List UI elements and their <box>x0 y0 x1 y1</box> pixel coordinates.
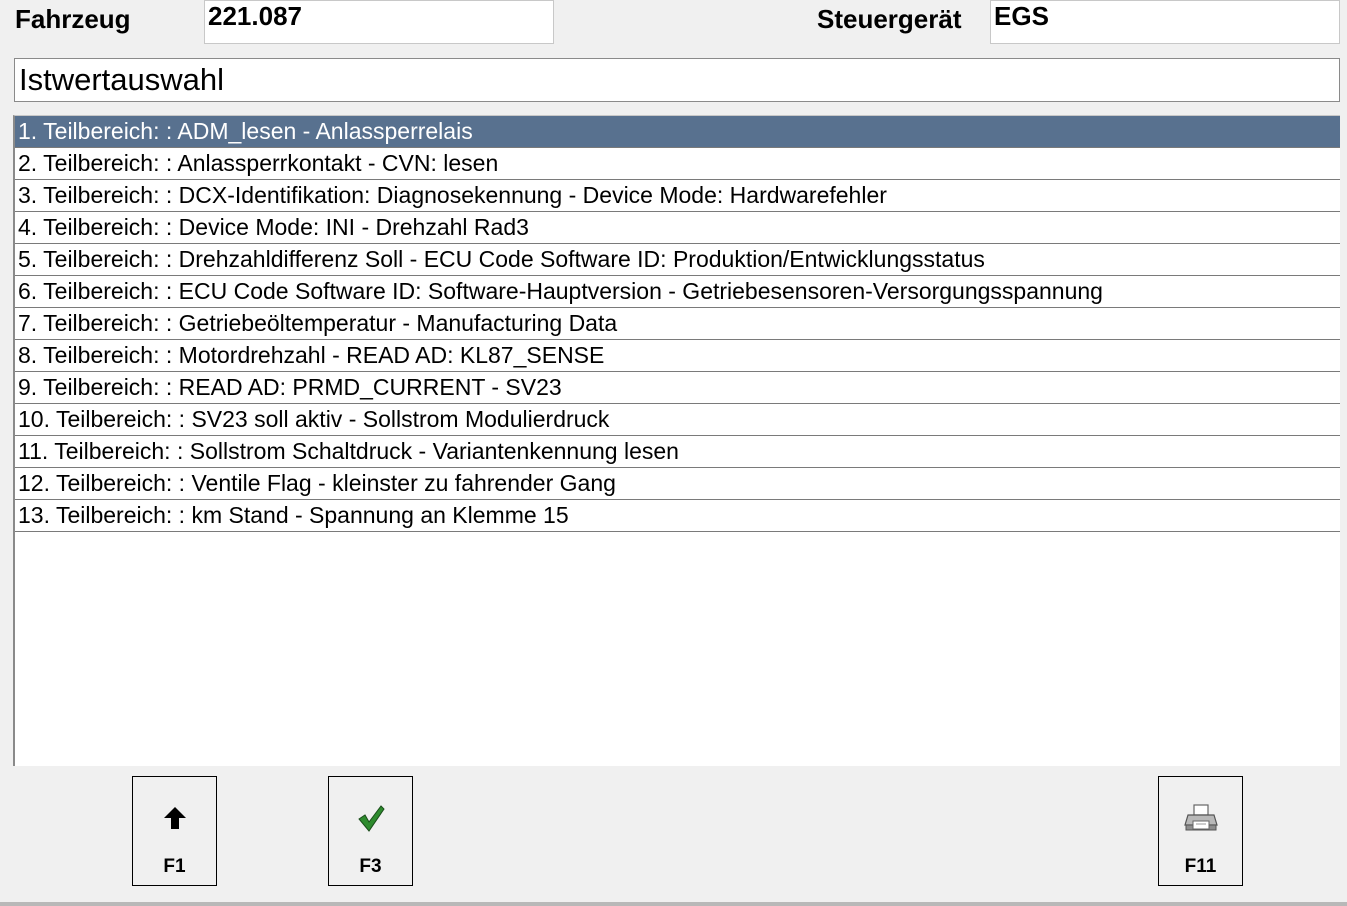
list-item[interactable]: 2. Teilbereich: : Anlassperrkontakt - CV… <box>15 148 1340 180</box>
list-item[interactable]: 5. Teilbereich: : Drehzahldifferenz Soll… <box>15 244 1340 276</box>
f3-label: F3 <box>359 856 382 877</box>
value-selection-list[interactable]: 1. Teilbereich: : ADM_lesen - Anlassperr… <box>13 115 1340 766</box>
bottom-divider <box>0 902 1347 906</box>
checkmark-icon <box>356 803 386 833</box>
f11-label: F11 <box>1184 856 1217 877</box>
list-item[interactable]: 3. Teilbereich: : DCX-Identifikation: Di… <box>15 180 1340 212</box>
list-item[interactable]: 7. Teilbereich: : Getriebeöltemperatur -… <box>15 308 1340 340</box>
arrow-up-icon <box>162 803 188 833</box>
list-item[interactable]: 6. Teilbereich: : ECU Code Software ID: … <box>15 276 1340 308</box>
f3-button[interactable]: F3 <box>328 776 413 886</box>
f1-label: F1 <box>163 856 186 877</box>
list-item[interactable]: 13. Teilbereich: : km Stand - Spannung a… <box>15 500 1340 532</box>
list-item[interactable]: 12. Teilbereich: : Ventile Flag - kleins… <box>15 468 1340 500</box>
ecu-field: EGS <box>990 0 1340 44</box>
list-item[interactable]: 4. Teilbereich: : Device Mode: INI - Dre… <box>15 212 1340 244</box>
vehicle-field: 221.087 <box>204 0 554 44</box>
ecu-label: Steuergerät <box>817 4 962 34</box>
list-item[interactable]: 9. Teilbereich: : READ AD: PRMD_CURRENT … <box>15 372 1340 404</box>
page-title: Istwertauswahl <box>14 58 1340 102</box>
vehicle-label: Fahrzeug <box>15 4 131 34</box>
list-item[interactable]: 11. Teilbereich: : Sollstrom Schaltdruck… <box>15 436 1340 468</box>
list-item[interactable]: 1. Teilbereich: : ADM_lesen - Anlassperr… <box>15 116 1340 148</box>
f1-button[interactable]: F1 <box>132 776 217 886</box>
list-item[interactable]: 8. Teilbereich: : Motordrehzahl - READ A… <box>15 340 1340 372</box>
list-item[interactable]: 10. Teilbereich: : SV23 soll aktiv - Sol… <box>15 404 1340 436</box>
printer-icon <box>1183 803 1218 833</box>
f11-button[interactable]: F11 <box>1158 776 1243 886</box>
